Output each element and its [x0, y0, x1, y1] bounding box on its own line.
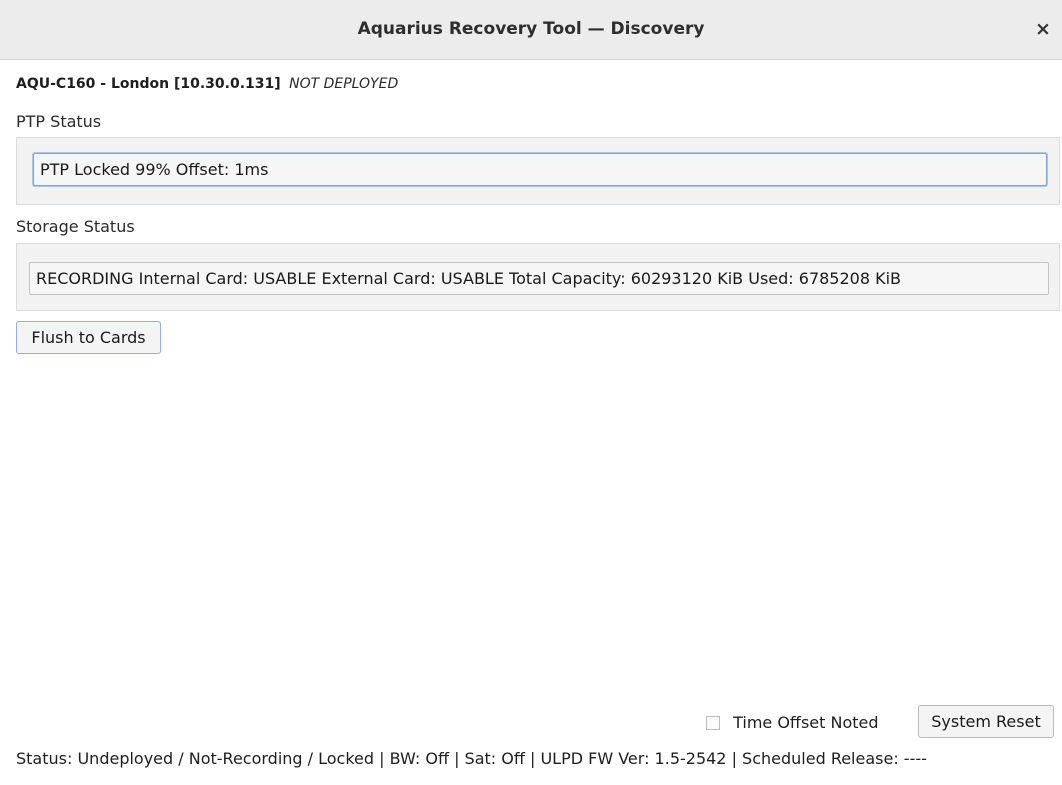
window-title: Aquarius Recovery Tool — Discovery [357, 19, 705, 39]
flush-to-cards-button[interactable]: Flush to Cards [16, 321, 161, 354]
time-offset-noted-label: Time Offset Noted [733, 713, 879, 732]
system-reset-button[interactable]: System Reset [918, 705, 1054, 738]
ptp-status-group: PTP Locked 99% Offset: 1ms [16, 137, 1060, 205]
device-name: AQU-C160 - London [10.30.0.131] [16, 76, 281, 92]
time-offset-noted-checkbox[interactable]: Time Offset Noted [706, 712, 879, 732]
storage-status-field[interactable]: RECORDING Internal Card: USABLE External… [29, 262, 1049, 295]
ptp-status-field[interactable]: PTP Locked 99% Offset: 1ms [33, 153, 1047, 186]
deploy-state: NOT DEPLOYED [289, 76, 399, 92]
ptp-status-label: PTP Status [16, 112, 102, 131]
storage-status-group: RECORDING Internal Card: USABLE External… [16, 243, 1060, 311]
checkbox-icon[interactable] [706, 715, 720, 730]
window-titlebar: Aquarius Recovery Tool — Discovery × [0, 0, 1062, 60]
close-icon[interactable]: × [1032, 16, 1054, 42]
status-bar: Status: Undeployed / Not-Recording / Loc… [16, 749, 927, 768]
device-header: AQU-C160 - London [10.30.0.131] NOT DEPL… [16, 76, 398, 92]
storage-status-label: Storage Status [16, 217, 135, 236]
